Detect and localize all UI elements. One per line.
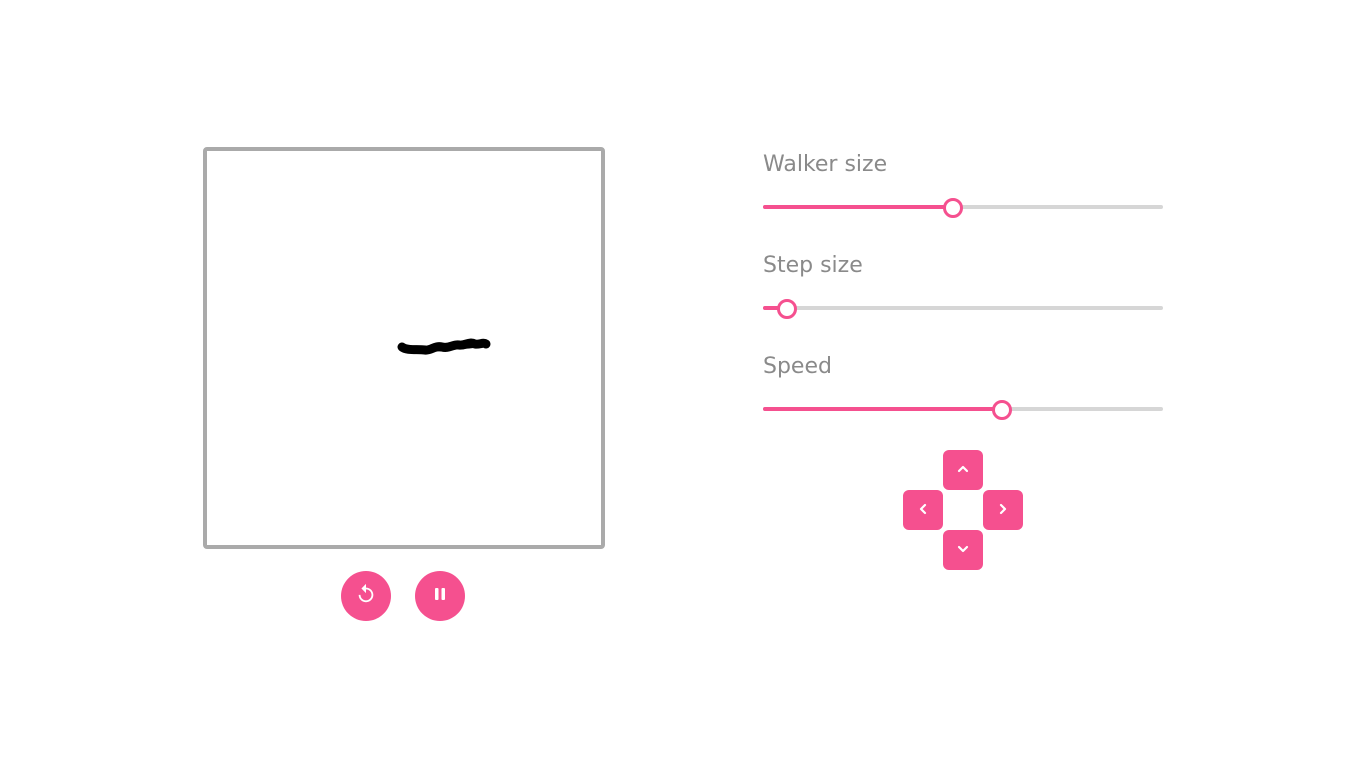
step-size-label: Step size [763,253,863,278]
move-down-button[interactable] [943,530,983,570]
pause-icon [432,586,448,606]
slider-thumb[interactable] [992,400,1012,420]
move-right-button[interactable] [983,490,1023,530]
reset-button[interactable] [341,571,391,621]
chevron-left-icon [916,501,930,520]
walker-size-slider[interactable] [763,197,1163,218]
chevron-right-icon [996,501,1010,520]
slider-fill [763,407,1002,411]
slider-thumb[interactable] [943,198,963,218]
step-size-slider[interactable] [763,298,1163,319]
move-left-button[interactable] [903,490,943,530]
walker-path [397,338,491,355]
move-up-button[interactable] [943,450,983,490]
chevron-up-icon [956,461,970,480]
slider-track [763,306,1163,310]
pause-button[interactable] [415,571,465,621]
speed-label: Speed [763,354,832,379]
walker-size-label: Walker size [763,152,888,177]
walker-canvas[interactable] [203,147,605,549]
slider-thumb[interactable] [777,299,797,319]
speed-slider[interactable] [763,399,1163,420]
restart-icon [355,583,377,609]
slider-fill [763,205,953,209]
chevron-down-icon [956,541,970,560]
